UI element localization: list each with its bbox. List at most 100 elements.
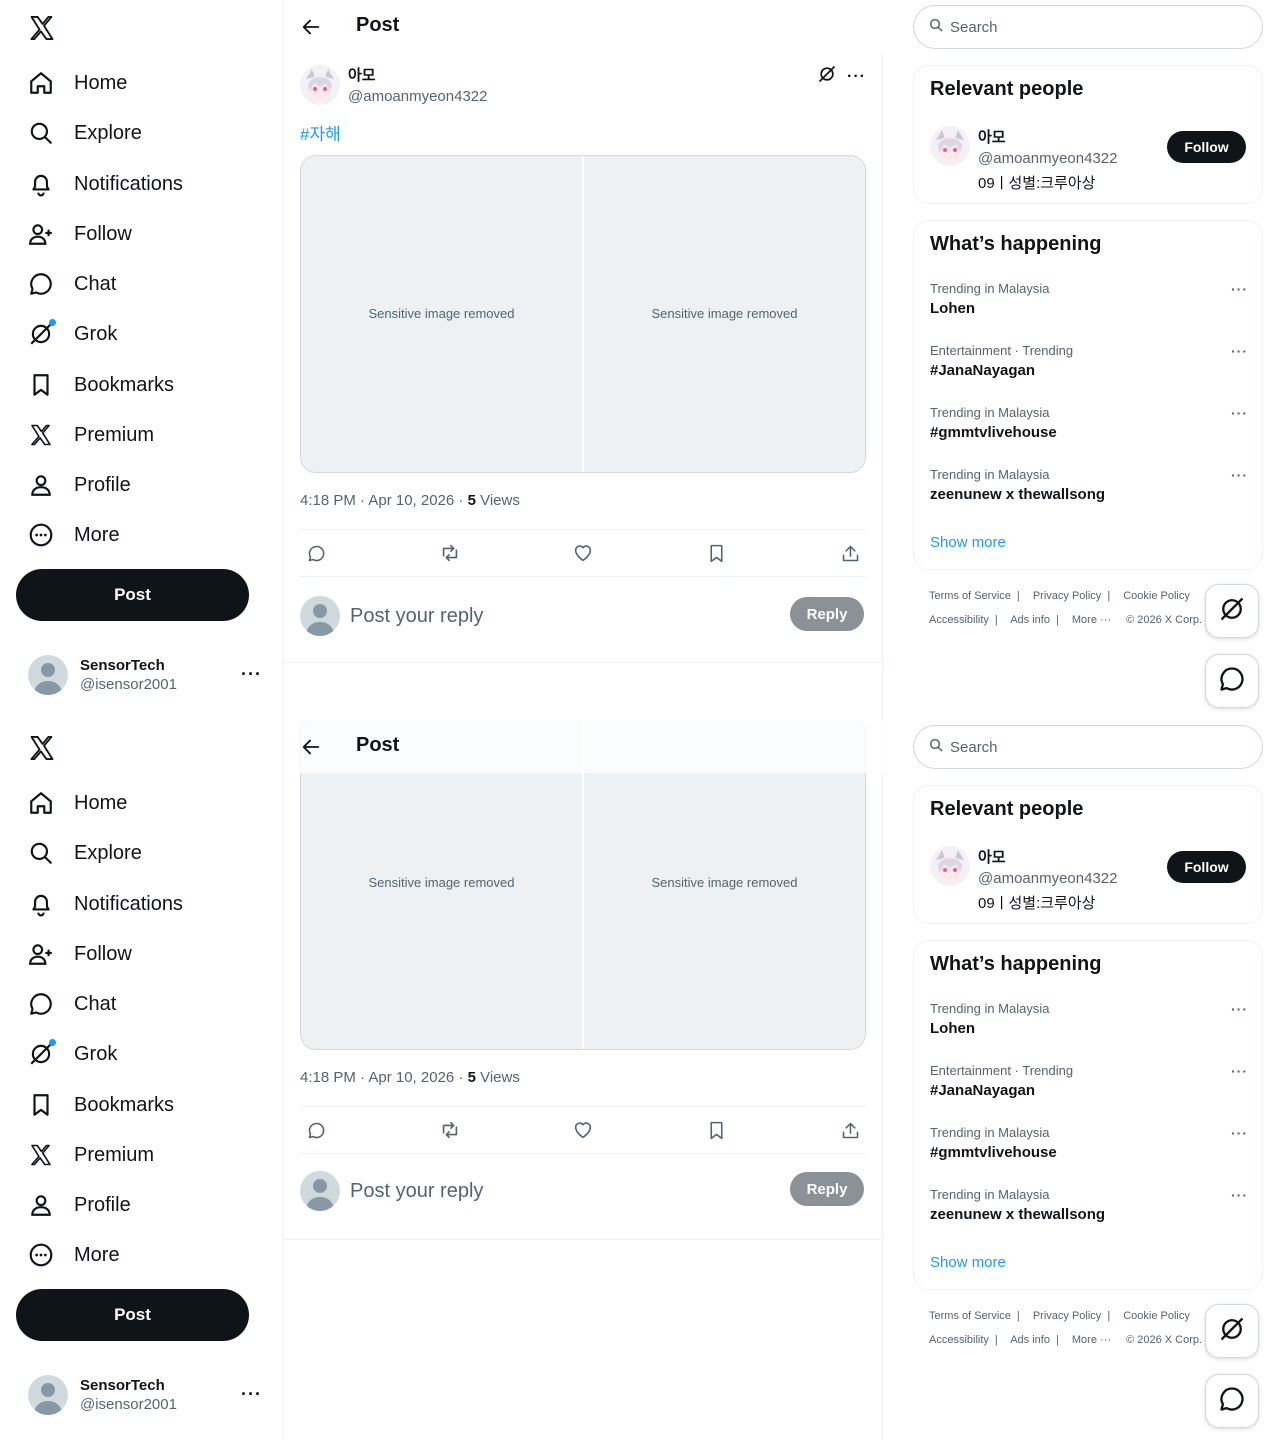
terms-link[interactable]: Terms of Service	[929, 590, 1011, 602]
x-logo-icon[interactable]	[28, 14, 56, 42]
nav-premium[interactable]: Premium	[16, 1133, 166, 1177]
accessibility-link[interactable]: Accessibility	[929, 614, 989, 626]
back-arrow-icon[interactable]	[298, 734, 324, 760]
show-more-link[interactable]: Show more	[930, 534, 1006, 551]
back-arrow-icon[interactable]	[298, 14, 324, 40]
like-icon[interactable]	[571, 541, 595, 565]
nav-home[interactable]: Home	[16, 781, 139, 825]
grok-floating-button[interactable]	[1205, 584, 1259, 638]
nav-grok[interactable]: Grok	[16, 1032, 129, 1076]
relevant-person[interactable]: 아모 @amoanmyeon4322 09ㅣ성별:크루아상	[930, 846, 1117, 913]
more-dots-icon[interactable]: ···	[241, 1384, 262, 1405]
hashtag-link[interactable]: #자해	[300, 120, 341, 145]
grok-icon[interactable]	[817, 64, 837, 89]
search-input[interactable]	[950, 18, 1240, 36]
trend-item[interactable]: Trending in Malaysia zeenunew x thewalls…	[930, 1187, 1248, 1243]
reply-icon[interactable]	[304, 541, 328, 565]
show-more-link[interactable]: Show more	[930, 1254, 1006, 1271]
more-dots-icon[interactable]: ···	[1231, 281, 1248, 297]
reply-icon[interactable]	[304, 1118, 328, 1142]
grok-floating-button[interactable]	[1205, 1304, 1259, 1358]
reply-button[interactable]: Reply	[790, 597, 864, 631]
nav-more[interactable]: More	[16, 1233, 132, 1277]
follow-button[interactable]: Follow	[1167, 851, 1246, 883]
trend-item[interactable]: Trending in Malaysia Lohen ···	[930, 1001, 1248, 1057]
trend-item[interactable]: Trending in Malaysia #gmmtvlivehouse ···	[930, 405, 1248, 461]
footer-more-link[interactable]: More ···	[1072, 1334, 1111, 1346]
avatar[interactable]	[930, 126, 970, 166]
nav-explore[interactable]: Explore	[16, 111, 154, 155]
post-author[interactable]: 아모 @amoanmyeon4322	[300, 64, 487, 105]
nav-home[interactable]: Home	[16, 61, 139, 105]
nav-notifications[interactable]: Notifications	[16, 162, 195, 206]
more-dots-icon[interactable]: ···	[1231, 467, 1248, 483]
nav-explore[interactable]: Explore	[16, 831, 154, 875]
nav-more[interactable]: More	[16, 513, 132, 557]
more-dots-icon[interactable]: ···	[1231, 343, 1248, 359]
like-icon[interactable]	[571, 1118, 595, 1142]
share-icon[interactable]	[838, 1118, 862, 1142]
nav-follow[interactable]: Follow	[16, 212, 144, 256]
more-dots-icon[interactable]: ···	[1231, 1063, 1248, 1079]
nav-grok[interactable]: Grok	[16, 312, 129, 356]
more-dots-icon[interactable]: ···	[1231, 1187, 1248, 1203]
nav-notifications[interactable]: Notifications	[16, 882, 195, 926]
footer-more-link[interactable]: More ···	[1072, 614, 1111, 626]
nav-bookmarks[interactable]: Bookmarks	[16, 1083, 186, 1127]
chat-floating-button[interactable]	[1205, 1374, 1259, 1428]
nav-chat[interactable]: Chat	[16, 262, 128, 306]
trend-item[interactable]: Entertainment · Trending #JanaNayagan ··…	[930, 1063, 1248, 1119]
nav-follow[interactable]: Follow	[16, 932, 144, 976]
nav-profile[interactable]: Profile	[16, 463, 143, 507]
avatar[interactable]	[930, 846, 970, 886]
chat-icon	[1218, 1385, 1246, 1418]
nav-bookmarks[interactable]: Bookmarks	[16, 363, 186, 407]
chat-floating-button[interactable]	[1205, 654, 1259, 708]
more-dots-icon[interactable]: ···	[1231, 1001, 1248, 1017]
trend-context: Trending in Malaysia	[930, 1001, 1050, 1016]
account-switcher[interactable]: SensorTech @isensor2001 ···	[16, 1366, 274, 1424]
post-button[interactable]: Post	[16, 1289, 249, 1341]
post-button[interactable]: Post	[16, 569, 249, 621]
privacy-link[interactable]: Privacy Policy	[1033, 590, 1101, 602]
search-input[interactable]	[950, 738, 1240, 756]
search-box[interactable]	[913, 725, 1263, 769]
trend-item[interactable]: Trending in Malaysia zeenunew x thewalls…	[930, 467, 1248, 523]
reply-input[interactable]	[350, 1179, 770, 1203]
account-name: SensorTech	[80, 1377, 165, 1394]
trend-item[interactable]: Trending in Malaysia Lohen ···	[930, 281, 1248, 337]
privacy-link[interactable]: Privacy Policy	[1033, 1310, 1101, 1322]
post-time[interactable]: 4:18 PM · Apr 10, 2026 ·	[300, 1069, 468, 1086]
follow-button[interactable]: Follow	[1167, 131, 1246, 163]
more-dots-icon[interactable]: ···	[1231, 1125, 1248, 1141]
bookmark-icon[interactable]	[705, 1118, 729, 1142]
post-time[interactable]: 4:18 PM · Apr 10, 2026 ·	[300, 492, 468, 509]
bookmark-icon[interactable]	[705, 541, 729, 565]
terms-link[interactable]: Terms of Service	[929, 1310, 1011, 1322]
share-icon[interactable]	[838, 541, 862, 565]
x-logo-icon[interactable]	[28, 734, 56, 762]
trend-item[interactable]: Entertainment · Trending #JanaNayagan ··…	[930, 343, 1248, 399]
repost-icon[interactable]	[438, 541, 462, 565]
avatar[interactable]	[300, 64, 340, 105]
ads-info-link[interactable]: Ads info	[1010, 1334, 1050, 1346]
more-dots-icon[interactable]: ···	[1231, 405, 1248, 421]
more-dots-icon[interactable]: ···	[241, 664, 262, 685]
cookie-link[interactable]: Cookie Policy	[1123, 1310, 1190, 1322]
reply-button[interactable]: Reply	[790, 1172, 864, 1206]
more-dots-icon[interactable]: ···	[847, 68, 866, 86]
relevant-person[interactable]: 아모 @amoanmyeon4322 09ㅣ성별:크루아상	[930, 126, 1117, 193]
reply-input[interactable]	[350, 604, 770, 628]
search-box[interactable]	[913, 5, 1263, 49]
nav-profile[interactable]: Profile	[16, 1183, 143, 1227]
trend-item[interactable]: Trending in Malaysia #gmmtvlivehouse ···	[930, 1125, 1248, 1181]
account-switcher[interactable]: SensorTech @isensor2001 ···	[16, 646, 274, 704]
accessibility-link[interactable]: Accessibility	[929, 1334, 989, 1346]
nav-chat[interactable]: Chat	[16, 982, 128, 1026]
cookie-link[interactable]: Cookie Policy	[1123, 590, 1190, 602]
removed-image-placeholder[interactable]: Sensitive image removed	[584, 156, 865, 472]
ads-info-link[interactable]: Ads info	[1010, 614, 1050, 626]
nav-premium[interactable]: Premium	[16, 413, 166, 457]
repost-icon[interactable]	[438, 1118, 462, 1142]
removed-image-placeholder[interactable]: Sensitive image removed	[301, 156, 582, 472]
